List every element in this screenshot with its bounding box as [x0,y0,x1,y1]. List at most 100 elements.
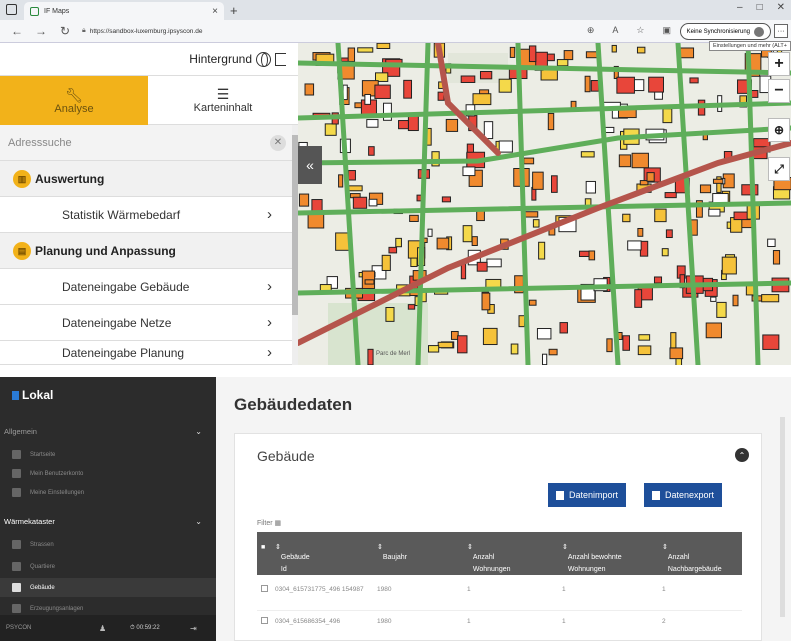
address-search-input[interactable]: Adresssuche ✕ [0,125,292,161]
building-footprint[interactable] [324,123,337,136]
building-footprint[interactable] [368,146,375,156]
building-footprint[interactable] [498,78,512,93]
building-footprint[interactable] [551,175,558,193]
tab-karteninhalt[interactable]: ☰ Karteninhalt [148,76,298,125]
building-footprint[interactable] [523,211,539,218]
building-footprint[interactable] [311,199,323,212]
sidebar-item-startseite[interactable]: Startseite [0,445,216,464]
building-footprint[interactable] [481,292,491,311]
refresh-icon[interactable]: ↻ [58,24,72,38]
building-footprint[interactable] [710,296,717,302]
more-button[interactable]: ··· [774,24,788,38]
building-footprint[interactable] [637,227,644,237]
new-tab-button[interactable]: + [230,3,238,18]
building-footprint[interactable] [403,79,413,99]
building-footprint[interactable] [437,341,454,349]
menu-item-netze[interactable]: Dateneingabe Netze › [0,305,292,341]
select-all-checkbox[interactable]: ■ [261,542,265,554]
building-footprint[interactable] [364,279,375,285]
sidebar-item-einstellungen[interactable]: Meine Einstellungen [0,483,216,502]
building-footprint[interactable] [634,289,643,308]
background-toggle[interactable]: Hintergrund [0,43,298,76]
zoom-in-button[interactable]: + [768,52,790,76]
building-footprint[interactable] [670,332,677,349]
building-footprint[interactable] [528,45,537,63]
collapse-card-icon[interactable]: ⌃ [735,448,749,462]
back-icon[interactable]: ← [10,24,24,38]
col-gebaeude-id[interactable]: ⇕ Gebäude Id [275,542,310,573]
building-footprint[interactable] [689,77,699,84]
building-footprint[interactable] [366,119,379,128]
building-footprint[interactable] [585,180,596,194]
col-bewohnt[interactable]: ⇕ Anzahl bewohnte Wohnungen [562,542,652,573]
building-footprint[interactable] [381,254,391,271]
building-footprint[interactable] [699,184,712,194]
building-footprint[interactable] [646,172,655,182]
sidebar-item-benutzerkonto[interactable]: Mein Benutzerkonto [0,464,216,483]
globe-icon[interactable] [256,51,271,67]
building-footprint[interactable] [636,46,646,54]
building-footprint[interactable] [627,240,642,251]
building-footprint[interactable] [548,348,558,356]
favorite-icon[interactable]: ☆ [636,25,644,36]
building-footprint[interactable] [482,327,498,346]
sidebar-item-strassen[interactable]: Strassen [0,535,216,554]
building-footprint[interactable] [588,250,596,261]
building-footprint[interactable] [338,174,344,188]
table-row[interactable]: 0304_615686354_496 1980 1 1 2 [257,611,742,641]
building-footprint[interactable] [441,196,451,203]
building-footprint[interactable] [518,315,526,328]
building-footprint[interactable] [616,76,635,94]
sidebar-item-quartiere[interactable]: Quartiere [0,557,216,576]
building-footprint[interactable] [741,184,759,196]
building-footprint[interactable] [367,348,374,365]
building-footprint[interactable] [457,335,468,354]
building-footprint[interactable] [622,335,630,351]
building-footprint[interactable] [509,46,516,58]
building-footprint[interactable] [347,170,356,181]
building-footprint[interactable] [352,196,368,209]
fullscreen-icon[interactable]: ⤢ [768,157,790,181]
building-footprint[interactable] [712,178,724,184]
browser-tab[interactable]: IF Maps × [24,2,224,20]
building-footprint[interactable] [654,208,667,223]
building-footprint[interactable] [364,93,372,105]
locate-icon[interactable]: ⊕ [768,118,790,142]
building-footprint[interactable] [604,126,615,133]
building-footprint[interactable] [486,258,502,268]
building-footprint[interactable] [648,76,664,93]
window-menu-icon[interactable] [6,4,17,15]
menu-item-planung[interactable]: Dateneingabe Planung › [0,341,292,365]
building-footprint[interactable] [523,157,535,165]
group-waermekataster[interactable]: Wärmekataster ⌄ [0,510,216,532]
building-footprint[interactable] [483,121,494,140]
building-footprint[interactable] [298,193,310,207]
building-footprint[interactable] [304,83,315,96]
url-text[interactable]: https://sandbox-luxemburg.ipsyscon.de [90,28,203,35]
building-footprint[interactable] [708,208,721,217]
building-footprint[interactable] [407,304,416,310]
building-footprint[interactable] [395,237,402,248]
building-footprint[interactable] [409,214,419,222]
building-footprint[interactable] [476,261,488,272]
building-footprint[interactable] [528,299,537,306]
col-baujahr[interactable]: ⇕ Baujahr [377,542,407,561]
building-footprint[interactable] [398,120,409,130]
building-footprint[interactable] [584,75,591,93]
row-checkbox[interactable] [261,617,268,624]
building-footprint[interactable] [653,276,663,284]
building-footprint[interactable] [538,241,546,260]
col-nachbar[interactable]: ⇕ Anzahl Nachbargebäude [662,542,742,573]
close-window-button[interactable]: ✕ [777,2,785,13]
building-footprint[interactable] [662,108,673,124]
building-footprint[interactable] [376,43,391,49]
map-canvas[interactable] [298,43,791,365]
collections-icon[interactable]: ▣ [662,25,671,36]
building-footprint[interactable] [427,228,433,237]
building-footprint[interactable] [761,294,780,303]
building-footprint[interactable] [669,347,684,360]
building-footprint[interactable] [721,256,737,275]
logout-icon[interactable]: ⇥ [190,624,197,633]
building-footprint[interactable] [357,47,374,53]
collapse-panel-button[interactable]: « [298,146,322,184]
